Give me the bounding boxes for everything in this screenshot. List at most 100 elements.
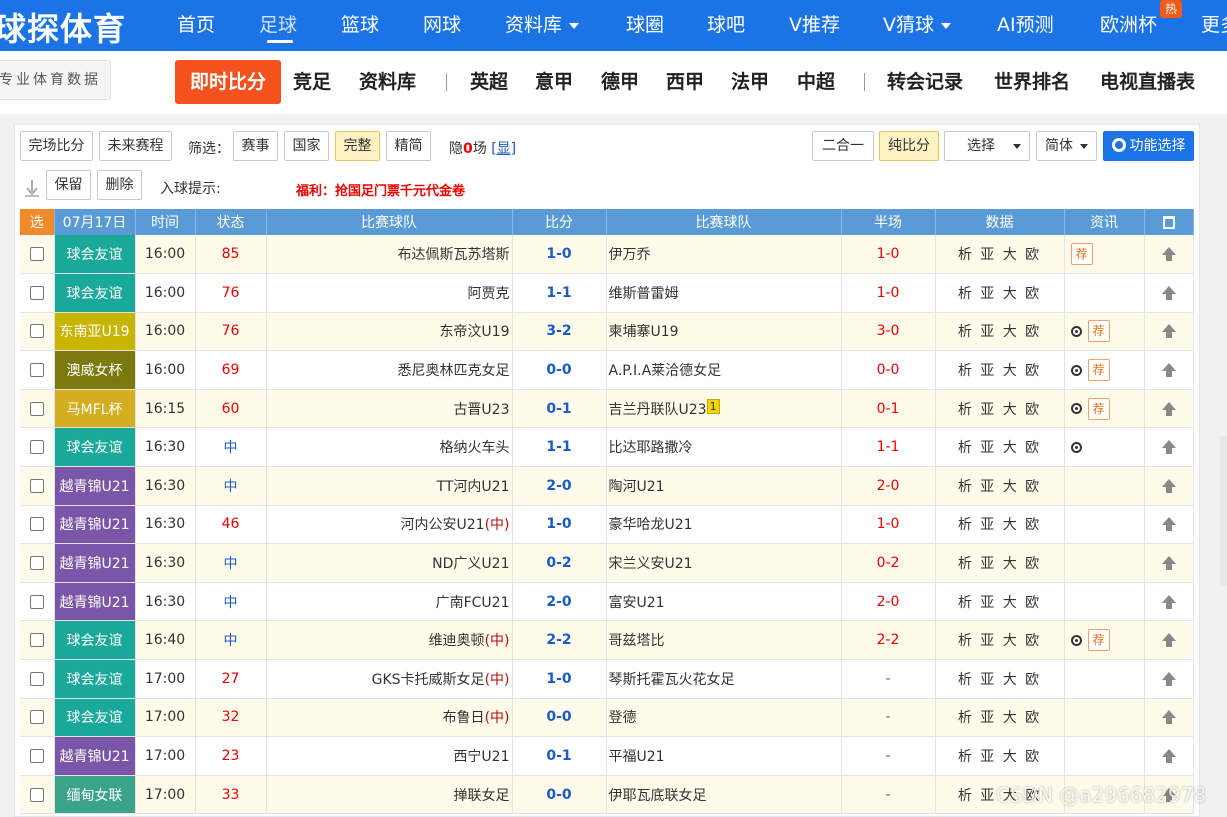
pin-to-top-icon[interactable] — [1161, 440, 1176, 455]
recommend-badge[interactable]: 荐 — [1087, 320, 1110, 343]
home-team[interactable]: 维迪奥顿 — [429, 633, 485, 649]
nav-ai-predict[interactable]: AI预测 — [997, 0, 1054, 51]
home-team-cell[interactable]: ND广义U21 — [266, 543, 513, 583]
sub-logo[interactable]: 专业体育数据 — [0, 60, 111, 100]
sub-laliga[interactable]: 西甲 — [666, 61, 704, 103]
show-hidden-link[interactable]: [显] — [491, 141, 516, 157]
pin-to-top-icon[interactable] — [1161, 478, 1176, 493]
row-checkbox[interactable] — [29, 247, 44, 262]
pin-to-top-icon[interactable] — [1161, 247, 1176, 262]
away-team[interactable]: 琴斯托霍瓦火花女足 — [609, 672, 735, 688]
away-team-cell[interactable]: 吉兰丹联队U23 1 — [606, 389, 842, 429]
league-name[interactable]: 越青锦U21 — [54, 466, 136, 506]
pin-to-top-icon[interactable] — [1161, 324, 1176, 339]
function-select-button[interactable]: 功能选择 — [1103, 131, 1194, 161]
pure-score-button[interactable]: 纯比分 — [879, 131, 939, 161]
football-icon[interactable] — [1070, 403, 1082, 415]
sub-epl[interactable]: 英超 — [470, 61, 508, 103]
league-name[interactable]: 球会友谊 — [54, 620, 136, 661]
pin-to-top-icon[interactable] — [1161, 594, 1176, 609]
away-team[interactable]: A.P.I.A莱洽德女足 — [609, 363, 722, 379]
away-team[interactable]: 宋兰义安U21 — [609, 556, 693, 572]
home-team-cell[interactable]: GKS卡托威斯女足(中) — [266, 659, 513, 699]
recommend-badge[interactable]: 荐 — [1087, 397, 1110, 420]
filter-country-button[interactable]: 国家 — [284, 131, 329, 161]
col-date[interactable]: 07月17日 — [54, 209, 136, 235]
league-name[interactable]: 马MFL杯 — [54, 389, 136, 429]
data-links[interactable]: 析 亚 大 欧 — [935, 505, 1065, 545]
home-team-cell[interactable]: 广南FCU21 — [266, 582, 513, 622]
table-row[interactable]: 球会友谊 16:40 中维迪奥顿(中) 2-2 哥兹塔比 2-2 析 亚 大 欧荐 — [20, 620, 1194, 661]
pin-to-top-icon[interactable] — [1161, 363, 1176, 378]
table-row[interactable]: 球会友谊 17:00 32 布鲁日(中) 0-0 登德 - 析 亚 大 欧 — [20, 698, 1194, 738]
away-team-cell[interactable]: 平福U21 — [606, 736, 842, 776]
away-team-cell[interactable]: 伊万乔 — [606, 235, 842, 275]
away-team[interactable]: 陶河U21 — [609, 479, 665, 495]
away-team[interactable]: 平福U21 — [609, 749, 665, 765]
match-score[interactable]: 2-0 — [512, 582, 607, 622]
match-score[interactable]: 1-0 — [512, 235, 607, 275]
filter-full-button[interactable]: 完整 — [335, 131, 380, 161]
home-team[interactable]: 河内公安U21 — [401, 517, 485, 533]
match-score[interactable]: 2-2 — [512, 620, 607, 661]
filter-event-button[interactable]: 赛事 — [233, 131, 278, 161]
home-team[interactable]: ND广义U21 — [432, 556, 509, 572]
football-icon[interactable] — [1070, 364, 1082, 376]
row-checkbox[interactable] — [29, 594, 44, 609]
pin-to-top-icon[interactable] — [1161, 749, 1176, 764]
away-team-cell[interactable]: 柬埔寨U19 — [606, 312, 842, 352]
home-team[interactable]: GKS卡托威斯女足 — [372, 672, 485, 688]
away-team-cell[interactable]: 宋兰义安U21 — [606, 543, 842, 583]
away-team[interactable]: 柬埔寨U19 — [609, 324, 679, 340]
away-team[interactable]: 伊耶瓦底联女足 — [609, 788, 707, 804]
sub-serie-a[interactable]: 意甲 — [535, 61, 573, 103]
language-dropdown[interactable]: 简体 — [1036, 131, 1097, 161]
table-row[interactable]: 越青锦U21 16:30 46 河内公安U21(中) 1-0 豪华哈龙U21 1-0 析 亚 … — [20, 505, 1194, 545]
home-team[interactable]: 西宁U21 — [453, 749, 509, 765]
home-team-cell[interactable]: 东帝汶U19 — [266, 312, 513, 352]
away-team[interactable]: 比达耶路撒冷 — [609, 440, 693, 456]
pin-to-top-icon[interactable] — [1161, 285, 1176, 300]
home-team-cell[interactable]: 维迪奥顿(中) — [266, 620, 513, 661]
row-checkbox[interactable] — [29, 478, 44, 493]
home-team[interactable]: 布达佩斯瓦苏塔斯 — [398, 247, 510, 263]
data-links[interactable]: 析 亚 大 欧 — [935, 659, 1065, 699]
match-score[interactable]: 1-1 — [512, 273, 607, 313]
league-name[interactable]: 越青锦U21 — [54, 736, 136, 776]
home-team[interactable]: 广南FCU21 — [436, 595, 510, 611]
data-links[interactable]: 析 亚 大 欧 — [935, 620, 1065, 661]
league-name[interactable]: 球会友谊 — [54, 427, 136, 468]
nav-tennis[interactable]: 网球 — [423, 0, 461, 51]
site-logo[interactable]: 球探体育 — [0, 4, 126, 50]
away-team-cell[interactable]: 登德 — [606, 698, 842, 738]
away-team[interactable]: 哥兹塔比 — [609, 633, 665, 649]
away-team-cell[interactable]: 琴斯托霍瓦火花女足 — [606, 659, 842, 699]
away-team-cell[interactable]: 比达耶路撒冷 — [606, 427, 842, 468]
data-links[interactable]: 析 亚 大 欧 — [935, 350, 1065, 390]
match-score[interactable]: 0-0 — [512, 698, 607, 738]
upcoming-fixtures-button[interactable]: 未来赛程 — [99, 131, 172, 161]
home-team[interactable]: 悉尼奥林匹克女足 — [398, 363, 510, 379]
nav-database[interactable]: 资料库 — [505, 0, 580, 51]
side-float-tab[interactable] — [1220, 436, 1227, 586]
league-name[interactable]: 球会友谊 — [54, 235, 136, 275]
table-row[interactable]: 越青锦U21 17:00 23 西宁U21 0-1 平福U21 - 析 亚 大 欧 — [20, 736, 1194, 776]
league-name[interactable]: 球会友谊 — [54, 273, 136, 313]
home-team[interactable]: 格纳火车头 — [440, 440, 510, 456]
data-links[interactable]: 析 亚 大 欧 — [935, 273, 1065, 313]
nav-more[interactable]: 更多 — [1201, 0, 1227, 51]
table-row[interactable]: 东南亚U19 16:00 76 东帝汶U19 3-2 柬埔寨U19 3-0 析 亚 大 欧荐 — [20, 312, 1194, 352]
match-score[interactable]: 1-0 — [512, 659, 607, 699]
data-links[interactable]: 析 亚 大 欧 — [935, 543, 1065, 583]
data-links[interactable]: 析 亚 大 欧 — [935, 698, 1065, 738]
football-icon[interactable] — [1070, 634, 1082, 646]
nav-circle[interactable]: 球圈 — [626, 0, 664, 51]
row-checkbox[interactable] — [29, 324, 44, 339]
home-team-cell[interactable]: 河内公安U21(中) — [266, 505, 513, 545]
match-score[interactable]: 0-0 — [512, 775, 607, 815]
table-row[interactable]: 球会友谊 16:30 中格纳火车头 1-1 比达耶路撒冷 1-1 析 亚 大 欧 — [20, 427, 1194, 468]
select-dropdown[interactable]: 选择 — [944, 131, 1030, 161]
data-links[interactable]: 析 亚 大 欧 — [935, 736, 1065, 776]
home-team[interactable]: 东帝汶U19 — [439, 324, 509, 340]
away-team[interactable]: 富安U21 — [609, 595, 665, 611]
